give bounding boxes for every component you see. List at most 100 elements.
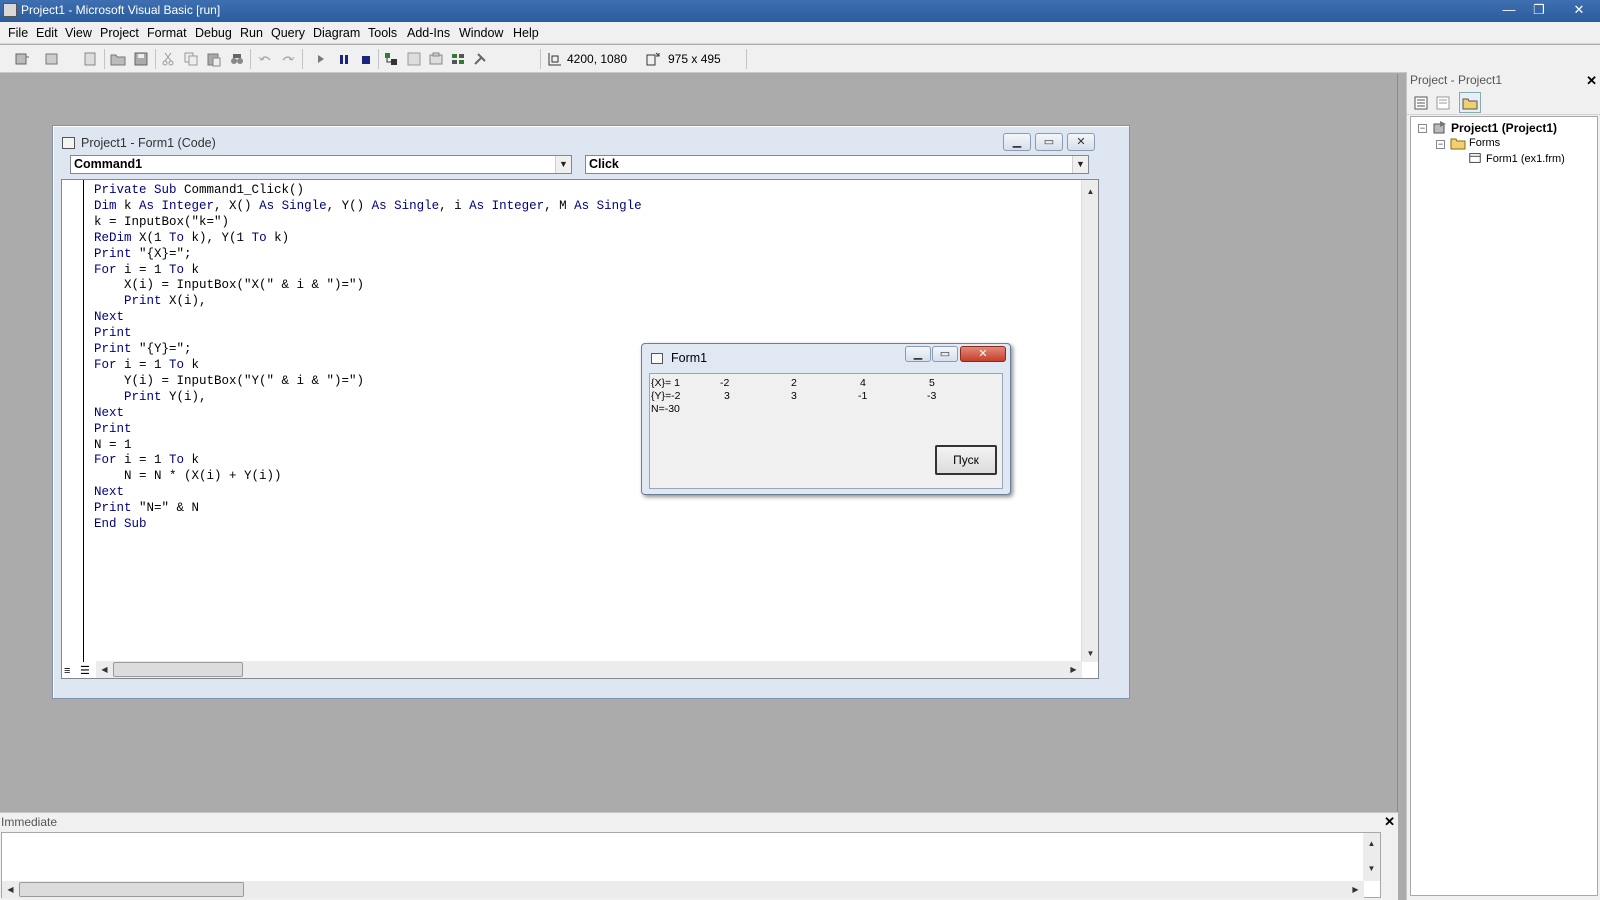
run-button[interactable]: Пуск bbox=[935, 445, 997, 475]
project-explorer-icon[interactable] bbox=[383, 51, 399, 67]
tree-item-forms[interactable]: Forms bbox=[1469, 137, 1500, 149]
open-project-icon[interactable] bbox=[110, 51, 126, 67]
margin-indicator-bar[interactable] bbox=[62, 180, 84, 662]
horizontal-scrollbar[interactable]: ◀ ▶ bbox=[2, 881, 1364, 898]
code-line[interactable]: Next bbox=[94, 310, 642, 326]
close-button[interactable]: ✕ bbox=[1564, 0, 1594, 20]
break-icon[interactable] bbox=[336, 51, 352, 67]
menu-help[interactable]: Help bbox=[513, 26, 539, 40]
code-line[interactable]: Private Sub Command1_Click() bbox=[94, 183, 642, 199]
chevron-down-icon[interactable]: ▼ bbox=[555, 156, 571, 173]
scroll-down-arrow[interactable]: ▼ bbox=[1363, 860, 1380, 877]
code-line[interactable]: Y(i) = InputBox("Y(" & i & ")=") bbox=[94, 374, 642, 390]
paste-icon[interactable] bbox=[206, 51, 222, 67]
code-line[interactable]: k = InputBox("k=") bbox=[94, 215, 642, 231]
code-maximize-button[interactable]: ▭ bbox=[1035, 133, 1063, 151]
close-icon[interactable]: ✕ bbox=[1384, 814, 1395, 830]
code-line[interactable]: Dim k As Integer, X() As Single, Y() As … bbox=[94, 199, 642, 215]
form1-close-button[interactable]: ✕ bbox=[960, 346, 1006, 362]
toggle-folders-button[interactable] bbox=[1459, 92, 1481, 113]
vertical-scrollbar[interactable]: ▲ ▼ bbox=[1363, 833, 1380, 881]
code-close-button[interactable]: ✕ bbox=[1067, 133, 1095, 151]
chevron-down-icon[interactable]: ▼ bbox=[1072, 156, 1088, 173]
code-line[interactable]: For i = 1 To k bbox=[94, 358, 642, 374]
procedure-view-icon[interactable]: ≡ bbox=[64, 665, 70, 677]
menu-file[interactable]: File bbox=[8, 26, 28, 40]
menu-query[interactable]: Query bbox=[271, 26, 305, 40]
code-line[interactable]: Print X(i), bbox=[94, 294, 642, 310]
add-form-icon[interactable] bbox=[44, 51, 60, 67]
code-keyword: For bbox=[94, 262, 117, 277]
minimize-button[interactable]: — bbox=[1494, 0, 1524, 20]
object-browser-icon[interactable] bbox=[450, 51, 466, 67]
full-module-view-icon[interactable]: ☰ bbox=[80, 664, 90, 677]
close-icon[interactable]: ✕ bbox=[1586, 73, 1597, 89]
undo-icon[interactable] bbox=[257, 51, 273, 67]
copy-icon[interactable] bbox=[183, 51, 199, 67]
code-line[interactable]: For i = 1 To k bbox=[94, 263, 642, 279]
menu-format[interactable]: Format bbox=[147, 26, 187, 40]
scroll-left-arrow[interactable]: ◀ bbox=[2, 881, 19, 898]
code-line[interactable]: For i = 1 To k bbox=[94, 453, 642, 469]
add-project-icon[interactable] bbox=[14, 51, 30, 67]
menu-run[interactable]: Run bbox=[240, 26, 263, 40]
toolbox-icon[interactable] bbox=[472, 51, 488, 67]
scroll-up-arrow[interactable]: ▲ bbox=[1363, 835, 1380, 852]
scroll-down-arrow[interactable]: ▼ bbox=[1082, 645, 1099, 662]
scroll-left-arrow[interactable]: ◀ bbox=[96, 661, 113, 678]
form1-window[interactable]: Form1 ▁ ▭ ✕ {X}= 1 -2 2 4 5 {Y}=-2 3 3 -… bbox=[641, 343, 1011, 495]
procedure-combo[interactable]: Click ▼ bbox=[585, 155, 1089, 174]
code-minimize-button[interactable]: ▁ bbox=[1003, 133, 1031, 151]
menu-editor-icon[interactable] bbox=[82, 51, 98, 67]
tree-item-form1[interactable]: Form1 (ex1.frm) bbox=[1486, 153, 1565, 165]
collapse-box[interactable]: − bbox=[1418, 124, 1427, 133]
code-line[interactable]: Print "N=" & N bbox=[94, 501, 642, 517]
horizontal-scrollbar[interactable]: ◀ ▶ bbox=[96, 661, 1082, 678]
find-icon[interactable] bbox=[229, 51, 245, 67]
scroll-right-arrow[interactable]: ▶ bbox=[1347, 881, 1364, 898]
scroll-up-arrow[interactable]: ▲ bbox=[1082, 183, 1099, 200]
code-line[interactable]: Next bbox=[94, 406, 642, 422]
properties-window-icon[interactable] bbox=[406, 51, 422, 67]
scroll-thumb[interactable] bbox=[113, 662, 243, 677]
restore-button[interactable]: ❐ bbox=[1524, 0, 1554, 20]
code-line[interactable]: Print "{Y}="; bbox=[94, 342, 642, 358]
end-icon[interactable] bbox=[358, 51, 374, 67]
menu-add-ins[interactable]: Add-Ins bbox=[407, 26, 450, 40]
form1-maximize-button[interactable]: ▭ bbox=[932, 346, 958, 362]
vertical-scrollbar[interactable]: ▲ ▼ bbox=[1081, 180, 1098, 662]
toolbar-separator bbox=[746, 49, 747, 69]
form-layout-icon[interactable] bbox=[428, 51, 444, 67]
menu-tools[interactable]: Tools bbox=[368, 26, 397, 40]
tree-item-project[interactable]: Project1 (Project1) bbox=[1451, 121, 1557, 135]
code-line[interactable]: ReDim X(1 To k), Y(1 To k) bbox=[94, 231, 642, 247]
immediate-input[interactable]: ▲ ▼ ◀ ▶ bbox=[1, 832, 1381, 898]
code-line[interactable]: Print Y(i), bbox=[94, 390, 642, 406]
code-line[interactable]: N = 1 bbox=[94, 438, 642, 454]
scroll-right-arrow[interactable]: ▶ bbox=[1065, 661, 1082, 678]
code-text[interactable]: Private Sub Command1_Click() Dim k As Int… bbox=[94, 183, 642, 533]
scroll-thumb[interactable] bbox=[19, 882, 244, 897]
menu-debug[interactable]: Debug bbox=[195, 26, 232, 40]
menu-window[interactable]: Window bbox=[459, 26, 503, 40]
code-line[interactable]: Print bbox=[94, 422, 642, 438]
menu-diagram[interactable]: Diagram bbox=[313, 26, 360, 40]
object-combo[interactable]: Command1 ▼ bbox=[70, 155, 572, 174]
code-line[interactable]: N = N * (X(i) + Y(i)) bbox=[94, 469, 642, 485]
code-line[interactable]: X(i) = InputBox("X(" & i & ")=") bbox=[94, 278, 642, 294]
form1-minimize-button[interactable]: ▁ bbox=[905, 346, 931, 362]
code-line[interactable]: Print bbox=[94, 326, 642, 342]
code-line[interactable]: End Sub bbox=[94, 517, 642, 533]
code-line[interactable]: Next bbox=[94, 485, 642, 501]
save-project-icon[interactable] bbox=[133, 51, 149, 67]
menu-view[interactable]: View bbox=[65, 26, 92, 40]
menu-project[interactable]: Project bbox=[100, 26, 139, 40]
view-object-icon[interactable] bbox=[1435, 95, 1451, 111]
menu-edit[interactable]: Edit bbox=[36, 26, 58, 40]
redo-icon[interactable] bbox=[280, 51, 296, 67]
view-code-icon[interactable] bbox=[1413, 95, 1429, 111]
code-line[interactable]: Print "{X}="; bbox=[94, 247, 642, 263]
cut-icon[interactable] bbox=[160, 51, 176, 67]
start-icon[interactable] bbox=[313, 51, 329, 67]
collapse-box[interactable]: − bbox=[1436, 140, 1445, 149]
